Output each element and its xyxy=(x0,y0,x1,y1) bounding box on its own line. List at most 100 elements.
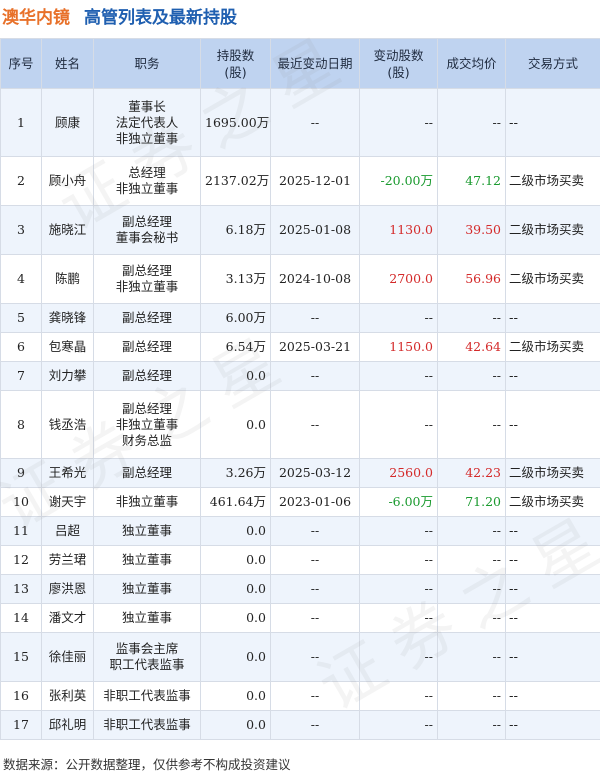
trade-method: -- xyxy=(505,516,600,546)
executive-name: 钱丞浩 xyxy=(41,390,94,459)
col-header-date: 最近变动日期 xyxy=(270,38,360,89)
change-shares: -- xyxy=(359,681,438,711)
avg-price: -- xyxy=(437,88,506,157)
last-change-date: -- xyxy=(270,390,360,459)
row-number: 14 xyxy=(0,603,42,633)
last-change-date: -- xyxy=(270,545,360,575)
avg-price: -- xyxy=(437,516,506,546)
position-line: 董事会秘书 xyxy=(115,230,179,245)
row-number: 6 xyxy=(0,332,42,362)
last-change-date: 2025-03-12 xyxy=(270,458,360,488)
row-number: 13 xyxy=(0,574,42,604)
change-shares: -- xyxy=(359,88,438,157)
last-change-date: 2024-10-08 xyxy=(270,254,360,304)
trade-method: -- xyxy=(505,545,600,575)
shares-held: 1695.00万 xyxy=(200,88,271,157)
executive-position: 监事会主席 职工代表监事 xyxy=(93,632,201,682)
change-shares: -- xyxy=(359,710,438,740)
last-change-date: -- xyxy=(270,516,360,546)
title-text: 高管列表及最新持股 xyxy=(84,7,237,28)
table-row: 14 潘文才 独立董事 0.0 -- -- -- -- xyxy=(0,603,600,633)
avg-price: -- xyxy=(437,710,506,740)
row-number: 9 xyxy=(0,458,42,488)
avg-price: 42.64 xyxy=(437,332,506,362)
table-row: 12 劳兰珺 独立董事 0.0 -- -- -- -- xyxy=(0,545,600,575)
change-shares: -- xyxy=(359,516,438,546)
table-header-row: 序号 姓名 职务 持股数 (股) 最近变动日期 变动股数 (股) 成交均价 交易方式 xyxy=(0,38,600,89)
executive-name: 顾康 xyxy=(41,88,94,157)
avg-price: 47.12 xyxy=(437,156,506,206)
executive-position: 非职工代表监事 xyxy=(93,681,201,711)
position-line: 非独立董事 xyxy=(115,416,179,432)
position-line: 独立董事 xyxy=(121,523,172,538)
change-shares: -- xyxy=(359,390,438,459)
executive-name: 施晓江 xyxy=(41,205,94,255)
shares-held: 0.0 xyxy=(200,681,271,711)
table-row: 4 陈鹏 副总经理 非独立董事 3.13万 2024-10-08 2700.0 56.96 二级… xyxy=(0,254,600,304)
position-line: 非独立董事 xyxy=(115,279,179,294)
change-shares: -- xyxy=(359,303,438,333)
col-header-shares-text: 持股数 (股) xyxy=(216,47,255,80)
shares-held: 0.0 xyxy=(200,390,271,459)
position-line: 总经理 xyxy=(128,165,166,180)
change-shares: 1130.0 xyxy=(359,205,438,255)
position-line: 非职工代表监事 xyxy=(103,688,191,703)
position-line: 非独立董事 xyxy=(115,181,179,196)
change-shares: -- xyxy=(359,603,438,633)
executive-name: 徐佳丽 xyxy=(41,632,94,682)
executive-position: 总经理 非独立董事 xyxy=(93,156,201,206)
change-shares: 2560.0 xyxy=(359,458,438,488)
avg-price: 56.96 xyxy=(437,254,506,304)
avg-price: 39.50 xyxy=(437,205,506,255)
row-number: 16 xyxy=(0,681,42,711)
last-change-date: 2023-01-06 xyxy=(270,487,360,517)
trade-method: -- xyxy=(505,681,600,711)
executive-position: 董事长 法定代表人 非独立董事 xyxy=(93,88,201,157)
executives-table: 序号 姓名 职务 持股数 (股) 最近变动日期 变动股数 (股) 成交均价 交易方式… xyxy=(0,38,600,740)
trade-method: 二级市场买卖 xyxy=(505,332,600,362)
last-change-date: -- xyxy=(270,361,360,391)
shares-held: 6.18万 xyxy=(200,205,271,255)
trade-method: 二级市场买卖 xyxy=(505,458,600,488)
position-line: 独立董事 xyxy=(121,581,172,596)
row-number: 2 xyxy=(0,156,42,206)
executive-name: 顾小舟 xyxy=(41,156,94,206)
change-shares: 1150.0 xyxy=(359,332,438,362)
table-row: 6 包寒晶 副总经理 6.54万 2025-03-21 1150.0 42.64 二级市场买卖 xyxy=(0,332,600,362)
trade-method: -- xyxy=(505,390,600,459)
table-row: 17 邱礼明 非职工代表监事 0.0 -- -- -- -- xyxy=(0,710,600,740)
table-row: 13 廖洪恩 独立董事 0.0 -- -- -- -- xyxy=(0,574,600,604)
row-number: 4 xyxy=(0,254,42,304)
position-line: 副总经理 xyxy=(121,400,172,416)
shares-held: 0.0 xyxy=(200,603,271,633)
change-shares: -- xyxy=(359,361,438,391)
row-number: 11 xyxy=(0,516,42,546)
last-change-date: -- xyxy=(270,88,360,157)
last-change-date: -- xyxy=(270,681,360,711)
position-line: 副总经理 xyxy=(121,263,172,278)
shares-held: 0.0 xyxy=(200,710,271,740)
executive-position: 副总经理 xyxy=(93,332,201,362)
position-line: 职工代表监事 xyxy=(109,657,185,672)
shares-held: 3.13万 xyxy=(200,254,271,304)
table-row: 1 顾康 董事长 法定代表人 非独立董事 1695.00万 -- -- -- -- xyxy=(0,88,600,157)
shares-held: 0.0 xyxy=(200,574,271,604)
executive-position: 非职工代表监事 xyxy=(93,710,201,740)
company-name: 澳华内镜 xyxy=(2,7,70,28)
executive-position: 副总经理 董事会秘书 xyxy=(93,205,201,255)
row-number: 7 xyxy=(0,361,42,391)
executive-name: 吕超 xyxy=(41,516,94,546)
executive-position: 独立董事 xyxy=(93,603,201,633)
table-row: 2 顾小舟 总经理 非独立董事 2137.02万 2025-12-01 -20.00万 47.… xyxy=(0,156,600,206)
table-body: 1 顾康 董事长 法定代表人 非独立董事 1695.00万 -- -- -- -- 2 顾小舟 总经理非… xyxy=(0,88,600,740)
shares-held: 0.0 xyxy=(200,361,271,391)
trade-method: 二级市场买卖 xyxy=(505,487,600,517)
col-header-change: 变动股数 (股) xyxy=(359,38,438,89)
trade-method: -- xyxy=(505,303,600,333)
position-line: 董事长 xyxy=(128,98,166,114)
avg-price: -- xyxy=(437,574,506,604)
trade-method: -- xyxy=(505,632,600,682)
col-header-no: 序号 xyxy=(0,38,42,89)
col-header-price: 成交均价 xyxy=(437,38,506,89)
change-shares: -- xyxy=(359,632,438,682)
